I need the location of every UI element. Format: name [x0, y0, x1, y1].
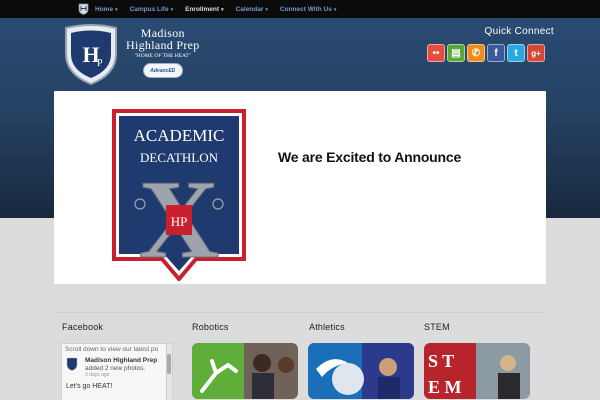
- facebook-post[interactable]: Madison Highland Prep added 2 new photos…: [62, 355, 172, 380]
- facebook-post-author[interactable]: Madison Highland Prep: [85, 357, 157, 365]
- athletics-section-title: Athletics: [309, 322, 345, 332]
- academic-decathlon-badge: ACADEMIC DECATHLON X HP: [112, 109, 246, 281]
- nav-campus-life[interactable]: Campus Life ▾: [130, 6, 174, 13]
- flickr-icon[interactable]: ••: [427, 44, 445, 62]
- facebook-scroll-hint: Scroll down to view our latest po: [65, 346, 159, 353]
- quick-connect-title: Quick Connect: [484, 26, 554, 37]
- stem-image: S T E M: [424, 343, 530, 399]
- nav-enrollment[interactable]: Enrollment ▾: [185, 6, 223, 13]
- school-name-block: Madison Highland Prep "HOME OF THE HEAT"…: [126, 27, 200, 86]
- advanced-accreditation-badge[interactable]: AdvancED: [142, 63, 183, 78]
- school-crest-logo: H P: [65, 24, 117, 86]
- facebook-post-action: added 2 new photos.: [85, 364, 146, 372]
- robotics-section-title: Robotics: [192, 322, 229, 332]
- robotics-image: [192, 343, 298, 399]
- badge-crest-letters: HP: [171, 214, 188, 229]
- twitter-icon[interactable]: t: [507, 44, 525, 62]
- slider-headline: We are Excited to Announce: [278, 149, 462, 165]
- google-plus-icon[interactable]: g+: [527, 44, 545, 62]
- svg-text:P: P: [97, 58, 103, 69]
- quick-connect-icons: •• ▤ ✆ f t g+: [427, 44, 545, 62]
- school-tagline: "HOME OF THE HEAT": [134, 53, 192, 59]
- athletics-tile[interactable]: [308, 343, 414, 399]
- nav-home[interactable]: Home ▾: [95, 6, 118, 13]
- nav-connect-with-us[interactable]: Connect With Us ▾: [280, 6, 336, 13]
- school-name-line2: Highland Prep: [126, 38, 200, 52]
- facebook-icon[interactable]: f: [487, 44, 505, 62]
- facebook-section-title: Facebook: [62, 322, 104, 332]
- facebook-scrollbar[interactable]: [166, 344, 172, 400]
- nav-calendar[interactable]: Calendar ▾: [236, 6, 268, 13]
- svg-text:S T: S T: [428, 351, 454, 371]
- calendar-icon[interactable]: ▤: [447, 44, 465, 62]
- facebook-feed-widget[interactable]: Scroll down to view our latest po Madiso…: [61, 343, 173, 400]
- badge-line1: ACADEMIC: [134, 126, 225, 145]
- facebook-post-time: 3 days ago: [85, 372, 110, 378]
- hero-slider[interactable]: ACADEMIC DECATHLON X HP We are Excited t…: [54, 91, 546, 284]
- content-columns: Facebook Scroll down to view our latest …: [54, 312, 546, 400]
- svg-text:E M: E M: [428, 377, 462, 397]
- robotics-tile[interactable]: [192, 343, 298, 399]
- facebook-scrollbar-thumb[interactable]: [167, 354, 171, 374]
- top-navigation-bar: Home ▾ Campus Life ▾ Enrollment ▾ Calendar ▾…: [0, 0, 600, 18]
- stem-tile[interactable]: S T E M: [424, 343, 530, 399]
- facebook-post-message: Let's go HEAT!: [66, 383, 113, 390]
- stem-section-title: STEM: [424, 322, 450, 332]
- athletics-image: [308, 343, 414, 399]
- page-avatar: [65, 357, 79, 371]
- phone-icon[interactable]: ✆: [467, 44, 485, 62]
- site-logo[interactable]: H P Madison Highland Prep "HOME OF THE H…: [62, 24, 200, 86]
- school-crest-icon[interactable]: [78, 3, 89, 15]
